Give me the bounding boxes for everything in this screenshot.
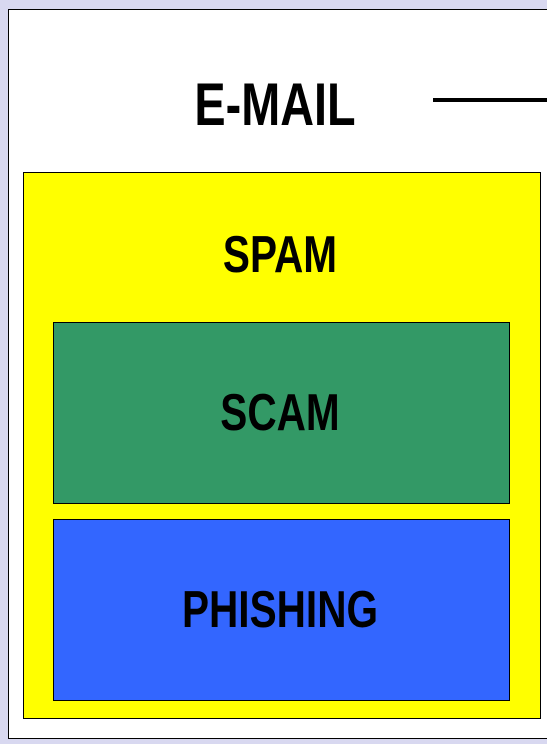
email-connector-line (433, 98, 547, 102)
scam-label: SCAM (220, 384, 340, 442)
phishing-label: PHISHING (181, 581, 379, 639)
email-label: E-MAIL (194, 71, 356, 138)
spam-label: SPAM (222, 226, 338, 284)
